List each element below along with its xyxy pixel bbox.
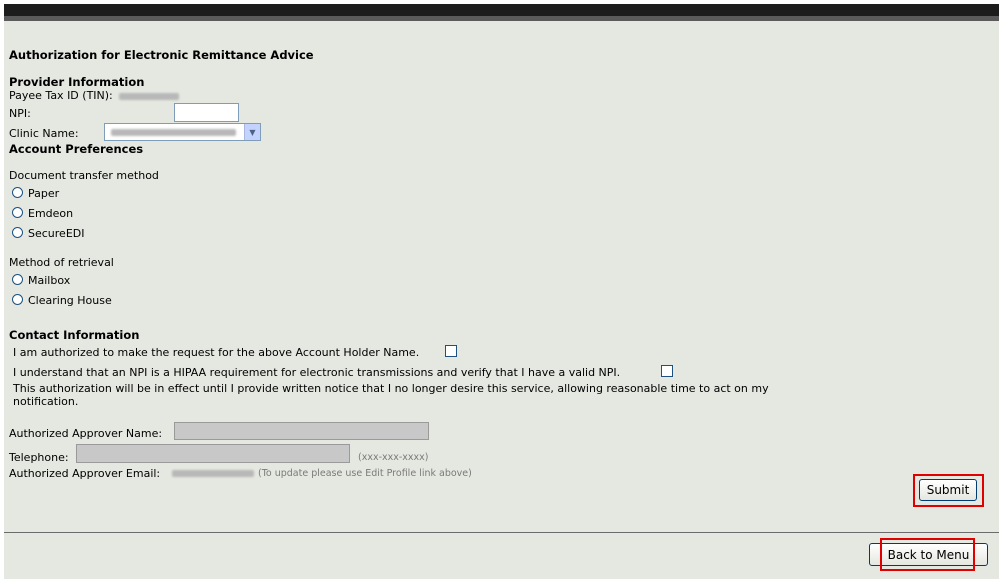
npi-input[interactable] xyxy=(174,103,239,122)
radio-clearing-house[interactable] xyxy=(12,294,23,305)
radio-emdeon-label: Emdeon xyxy=(28,207,74,220)
footer-panel xyxy=(4,533,999,579)
npi-label: NPI: xyxy=(9,107,31,120)
email-update-hint: (To update please use Edit Profile link … xyxy=(258,468,472,479)
back-to-menu-button[interactable]: Back to Menu xyxy=(869,543,988,566)
clinic-name-value-redacted xyxy=(111,129,236,136)
provider-info-heading: Provider Information xyxy=(9,75,145,89)
radio-secureedi-label: SecureEDI xyxy=(28,227,85,240)
tin-label-text: Payee Tax ID (TIN): xyxy=(9,89,113,102)
radio-mailbox-label: Mailbox xyxy=(28,274,71,287)
authorized-checkbox[interactable] xyxy=(445,345,457,357)
npi-statement: I understand that an NPI is a HIPAA requ… xyxy=(13,366,621,379)
retrieval-method-label: Method of retrieval xyxy=(9,256,114,269)
telephone-label: Telephone: xyxy=(9,451,69,464)
npi-checkbox[interactable] xyxy=(661,365,673,377)
approver-email-redacted xyxy=(172,470,254,477)
page-title: Authorization for Electronic Remittance … xyxy=(9,48,314,62)
radio-mailbox[interactable] xyxy=(12,274,23,285)
radio-paper[interactable] xyxy=(12,187,23,198)
tin-value-redacted xyxy=(119,92,180,100)
authorization-notice-line1: This authorization will be in effect unt… xyxy=(13,382,769,395)
contact-info-heading: Contact Information xyxy=(9,328,140,342)
authorized-statement: I am authorized to make the request for … xyxy=(13,346,420,359)
transfer-method-label: Document transfer method xyxy=(9,169,159,182)
telephone-input[interactable] xyxy=(76,444,350,463)
approver-name-input[interactable] xyxy=(174,422,429,440)
radio-paper-label: Paper xyxy=(28,187,60,200)
radio-secureedi[interactable] xyxy=(12,227,23,238)
clinic-name-label: Clinic Name: xyxy=(9,127,79,140)
approver-name-label: Authorized Approver Name: xyxy=(9,427,163,440)
authorization-notice-line2: notification. xyxy=(13,395,79,408)
telephone-format-hint: (xxx-xxx-xxxx) xyxy=(358,452,429,463)
clinic-name-select[interactable]: ▼ xyxy=(104,123,261,141)
submit-button[interactable]: Submit xyxy=(919,479,977,501)
tin-label: Payee Tax ID (TIN): xyxy=(9,89,180,102)
chevron-down-icon[interactable]: ▼ xyxy=(244,124,260,140)
account-preferences-heading: Account Preferences xyxy=(9,142,144,156)
approver-email-label: Authorized Approver Email: xyxy=(9,467,161,480)
radio-clearing-house-label: Clearing House xyxy=(28,294,112,307)
radio-emdeon[interactable] xyxy=(12,207,23,218)
top-bar xyxy=(4,4,999,16)
